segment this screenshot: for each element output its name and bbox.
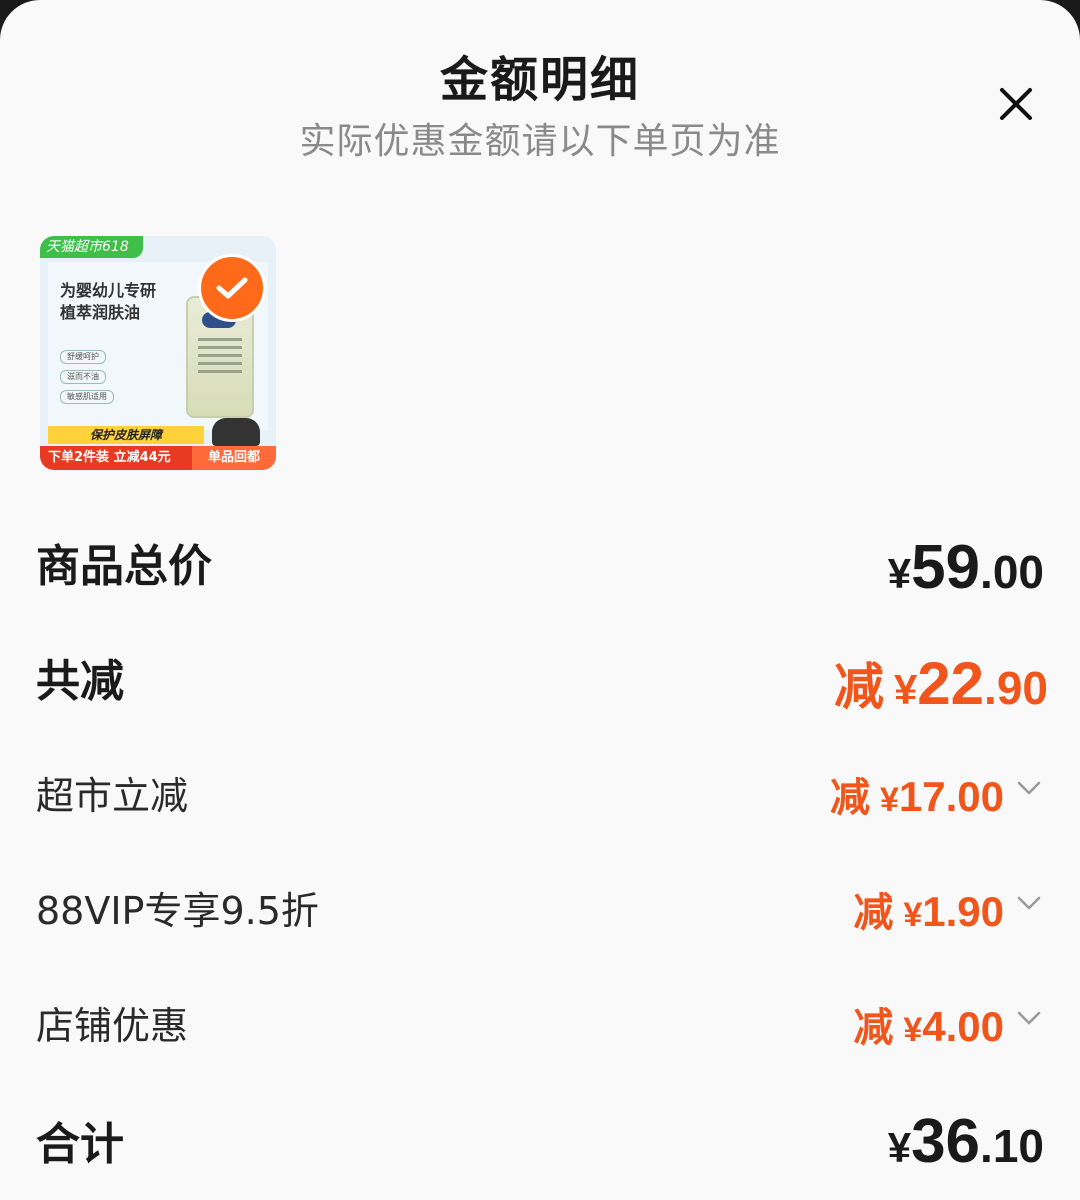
currency-symbol: ¥ — [879, 781, 899, 819]
grand-total-label: 合计 — [36, 1119, 124, 1170]
currency-symbol: ¥ — [903, 896, 923, 934]
supermarket-discount-label: 超市立减 — [36, 774, 189, 818]
discount-total-integer: 22 — [917, 650, 985, 717]
grand-total-value: ¥36.10 — [888, 1106, 1044, 1177]
product-badge: 天猫超市618 — [40, 236, 143, 258]
discount-total-decimal: .90 — [984, 662, 1048, 714]
currency-symbol: ¥ — [887, 1124, 912, 1171]
chevron-down-icon[interactable] — [1014, 1003, 1044, 1033]
row-88vip-discount[interactable]: 88VIP专享9.5折 减 ¥1.90 — [36, 880, 1044, 940]
88vip-discount-amount: 1.90 — [922, 888, 1004, 935]
store-discount-amount: 4.00 — [922, 1003, 1004, 1050]
grand-total-integer: 36 — [911, 1107, 981, 1176]
product-promo-left: 下单2件装 立减44元 — [48, 450, 171, 465]
grand-total-decimal: .10 — [980, 1120, 1044, 1172]
88vip-discount-label: 88VIP专享9.5折 — [36, 889, 319, 933]
store-discount-value: 减 ¥4.00 — [853, 995, 1004, 1053]
product-feature-pill: 滋而不油 — [60, 370, 106, 384]
discount-total-label: 共减 — [36, 656, 124, 707]
total-price-label: 商品总价 — [36, 541, 212, 592]
product-headline-line2: 植萃润肤油 — [60, 303, 141, 322]
amount-detail-sheet: 金额明细 实际优惠金额请以下单页为准 天猫超市618 为婴幼儿专研 植萃润肤油 … — [0, 0, 1080, 1200]
chevron-down-icon[interactable] — [1014, 773, 1044, 803]
discount-prefix: 减 — [829, 775, 870, 821]
discount-prefix: 减 — [853, 1005, 894, 1051]
checkmark-icon[interactable] — [198, 254, 266, 322]
chevron-down-icon[interactable] — [1014, 888, 1044, 918]
row-discount-total: 共减 减 ¥22.90 — [36, 645, 1048, 717]
tmall-cat-icon — [212, 418, 260, 446]
88vip-discount-value: 减 ¥1.90 — [853, 880, 1004, 938]
currency-symbol: ¥ — [903, 1011, 923, 1049]
product-headline-line1: 为婴幼儿专研 — [60, 281, 157, 300]
product-feature-pill: 敏感肌适用 — [60, 390, 114, 404]
discount-prefix: 减 — [833, 658, 884, 716]
product-promo-right: 单品回都 — [192, 446, 276, 470]
discount-prefix: 减 — [853, 890, 894, 936]
total-price-value: ¥59.00 — [888, 532, 1044, 603]
row-grand-total: 合计 ¥36.10 — [36, 1106, 1044, 1178]
product-headline: 为婴幼儿专研 植萃润肤油 — [60, 280, 180, 324]
total-price-integer: 59 — [911, 533, 981, 602]
product-promo-bar: 下单2件装 立减44元 单品回都 — [40, 446, 276, 470]
sheet-title: 金额明细 — [439, 52, 640, 108]
product-banner: 保护皮肤屏障 — [48, 426, 204, 444]
row-supermarket-discount[interactable]: 超市立减 减 ¥17.00 — [36, 765, 1044, 825]
row-total-price: 商品总价 ¥59.00 — [36, 530, 1044, 603]
store-discount-label: 店铺优惠 — [36, 1004, 189, 1048]
product-thumbnail[interactable]: 天猫超市618 为婴幼儿专研 植萃润肤油 舒缓呵护 滋而不油 敏感肌适用 保护皮… — [40, 236, 276, 470]
supermarket-discount-amount: 17.00 — [898, 773, 1004, 820]
product-feature-pill: 舒缓呵护 — [60, 350, 106, 364]
currency-symbol: ¥ — [893, 666, 918, 713]
row-store-discount[interactable]: 店铺优惠 减 ¥4.00 — [36, 995, 1044, 1055]
supermarket-discount-value: 减 ¥17.00 — [830, 765, 1004, 823]
discount-total-value: 减 ¥22.90 — [834, 647, 1048, 719]
sheet-subtitle: 实际优惠金额请以下单页为准 — [299, 121, 781, 162]
close-icon[interactable] — [990, 78, 1042, 130]
currency-symbol: ¥ — [887, 550, 912, 597]
total-price-decimal: .00 — [980, 546, 1044, 598]
